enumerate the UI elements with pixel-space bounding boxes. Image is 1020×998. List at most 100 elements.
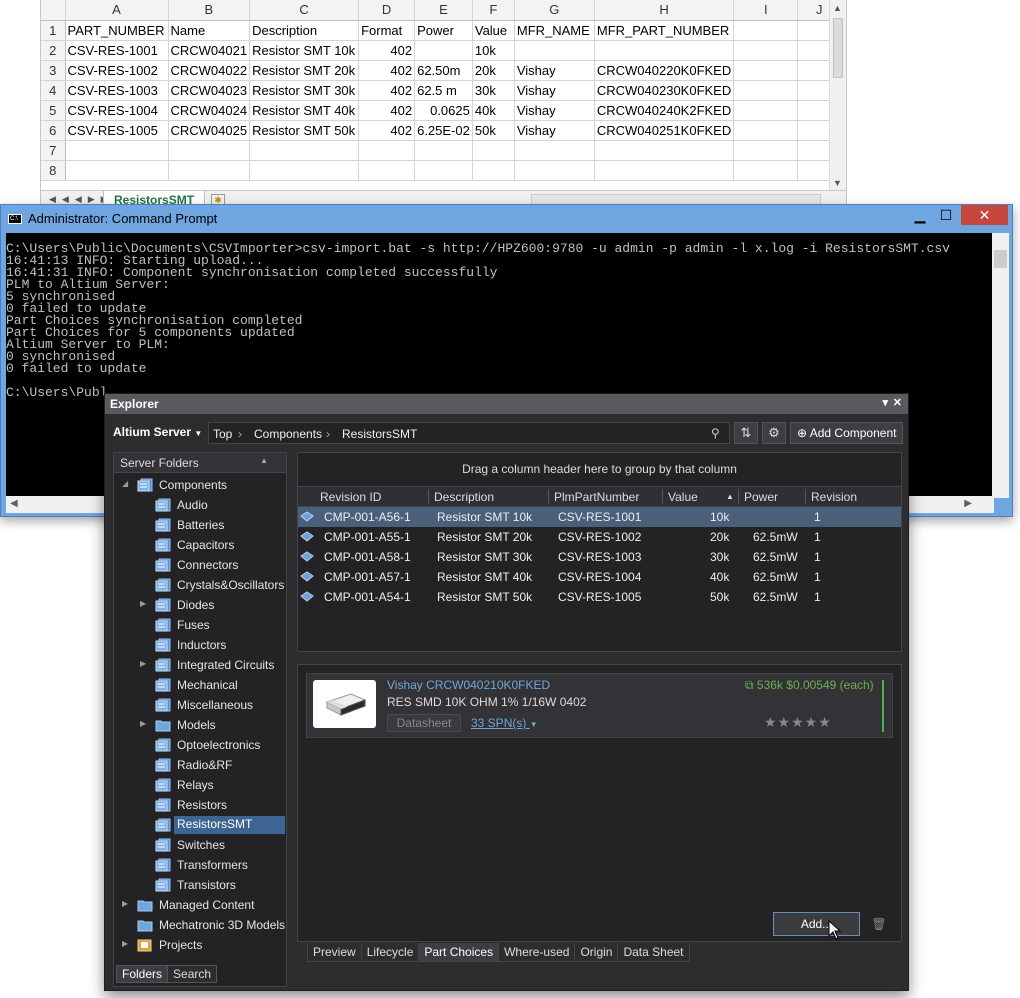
explorer-titlebar[interactable]: Explorer ▾ ✕ (105, 394, 908, 414)
cell[interactable]: CRCW040220K0FKED (594, 60, 735, 81)
cell[interactable]: MFR_NAME (514, 20, 595, 41)
column-separator[interactable] (805, 489, 806, 504)
cell[interactable]: CRCW040251K0FKED (594, 120, 735, 141)
cell[interactable]: 30k (472, 80, 515, 101)
cell[interactable] (414, 40, 473, 61)
row-header[interactable]: 7 (41, 140, 66, 161)
cell[interactable]: 402 (358, 100, 416, 121)
table-row[interactable]: CMP-001-A54-1 Resistor SMT 50k CSV-RES-100… (298, 587, 901, 607)
trash-icon[interactable]: 🗑 (868, 914, 890, 934)
close-icon[interactable]: ✕ (961, 205, 1008, 225)
cell[interactable]: Resistor SMT 40k (249, 100, 360, 121)
cell[interactable]: CRCW04025 (168, 120, 251, 141)
cell[interactable] (733, 80, 799, 101)
close-icon[interactable]: ✕ (893, 396, 902, 409)
part-name-link[interactable]: Vishay CRCW040210K0FKED (387, 678, 550, 692)
cell[interactable] (472, 160, 515, 181)
column-separator[interactable] (738, 489, 739, 504)
cell[interactable] (733, 100, 799, 121)
cell[interactable]: 402 (358, 60, 416, 81)
table-row[interactable]: CMP-001-A55-1 Resistor SMT 20k CSV-RES-100… (298, 527, 901, 547)
table-row[interactable]: CMP-001-A57-1 Resistor SMT 40k CSV-RES-100… (298, 567, 901, 587)
tree-item-inductors[interactable]: Inductors (114, 635, 286, 655)
tab-data-sheet[interactable]: Data Sheet (617, 943, 690, 962)
cell[interactable]: CRCW04022 (168, 60, 251, 81)
expand-arrow-icon[interactable]: ▶ (140, 719, 146, 728)
tab-lifecycle[interactable]: Lifecycle (360, 943, 420, 962)
cell[interactable]: Vishay (514, 80, 595, 101)
cell[interactable]: Value (472, 20, 515, 41)
column-header[interactable]: A (65, 0, 169, 21)
tree-item-miscellaneous[interactable]: Miscellaneous (114, 695, 286, 715)
datasheet-button[interactable]: Datasheet (387, 714, 461, 732)
cell[interactable]: Vishay (514, 120, 595, 141)
cell[interactable]: 50k (472, 120, 515, 141)
table-row[interactable]: CMP-001-A56-1 Resistor SMT 10k CSV-RES-100… (298, 507, 901, 527)
cell[interactable] (594, 40, 735, 61)
column-header[interactable]: H (594, 0, 735, 21)
cell[interactable] (65, 160, 169, 181)
column-header[interactable]: C (249, 0, 360, 21)
column-header[interactable]: F (472, 0, 515, 21)
cell[interactable] (733, 60, 799, 81)
column-separator[interactable] (428, 489, 429, 504)
cell[interactable] (733, 20, 799, 41)
column-header-power[interactable]: Power (744, 490, 778, 504)
column-header-plmpartnumber[interactable]: PlmPartNumber (554, 490, 639, 504)
tab-where-used[interactable]: Where-used (498, 943, 576, 962)
tab-origin[interactable]: Origin (574, 943, 619, 962)
tree-item-optoelectronics[interactable]: Optoelectronics (114, 735, 286, 755)
cell[interactable]: Format (358, 20, 416, 41)
cell[interactable]: 40k (472, 100, 515, 121)
cell[interactable]: CRCW040240K2FKED (594, 100, 735, 121)
tab-preview[interactable]: Preview (307, 943, 362, 962)
spn-dropdown[interactable]: 33 SPN(s) ▼ (471, 716, 538, 730)
cell[interactable]: MFR_PART_NUMBER (594, 20, 735, 41)
cell[interactable]: CRCW04023 (168, 80, 251, 101)
row-header[interactable]: 6 (41, 120, 66, 141)
cell[interactable] (733, 120, 799, 141)
scrollbar-thumb[interactable] (994, 250, 1007, 268)
row-header[interactable]: 2 (41, 40, 66, 61)
cell[interactable]: CRCW040230K0FKED (594, 80, 735, 101)
cell[interactable]: 0.0625 (414, 100, 473, 121)
cell[interactable]: 402 (358, 40, 416, 61)
select-all-corner[interactable] (41, 0, 66, 21)
row-header[interactable]: 5 (41, 100, 66, 121)
scroll-up-arrow-icon[interactable]: ▲ (833, 3, 842, 13)
tree-item-relays[interactable]: Relays (114, 775, 286, 795)
expand-arrow-icon[interactable]: ▶ (140, 659, 146, 668)
tree-item-managed-content[interactable]: ▶ Managed Content (114, 895, 286, 915)
cell[interactable] (594, 140, 735, 161)
row-header[interactable]: 1 (41, 20, 66, 41)
column-header-revision[interactable]: Revision (811, 490, 857, 504)
spreadsheet-vertical-scrollbar[interactable]: ▲ ▼ (829, 0, 846, 190)
tree-item-diodes[interactable]: ▶ Diodes (114, 595, 286, 615)
tree-item-projects[interactable]: ▶ Projects (114, 935, 286, 955)
cell[interactable] (733, 160, 799, 181)
cell[interactable]: CSV-RES-1002 (65, 60, 169, 81)
expand-arrow-icon[interactable]: ▶ (122, 899, 128, 908)
tree-item-models[interactable]: ▶ Models (114, 715, 286, 735)
column-header-value[interactable]: Value (668, 490, 698, 504)
cell[interactable] (168, 160, 251, 181)
tree-item-mechatronic-3d-models[interactable]: Mechatronic 3D Models (114, 915, 286, 935)
tree-item-integrated-circuits[interactable]: ▶ Integrated Circuits (114, 655, 286, 675)
column-header[interactable]: G (514, 0, 595, 21)
console-vertical-scrollbar[interactable] (992, 233, 1009, 498)
tree-item-transformers[interactable]: Transformers (114, 855, 286, 875)
cell[interactable]: Resistor SMT 50k (249, 120, 360, 141)
cell[interactable]: 402 (358, 80, 416, 101)
tree-item-transistors[interactable]: Transistors (114, 875, 286, 895)
cell[interactable]: 20k (472, 60, 515, 81)
tree-item-crystals-oscillators[interactable]: Crystals&Oscillators (114, 575, 286, 595)
expand-arrow-icon[interactable]: ▶ (122, 939, 128, 948)
cell[interactable] (472, 140, 515, 161)
scrollbar-thumb[interactable] (833, 18, 843, 78)
cell[interactable] (358, 160, 416, 181)
table-row[interactable]: CMP-001-A58-1 Resistor SMT 30k CSV-RES-100… (298, 547, 901, 567)
cell[interactable] (249, 160, 360, 181)
cell[interactable]: PART_NUMBER (65, 20, 169, 41)
cell[interactable] (414, 160, 473, 181)
tab-folders[interactable]: Folders (116, 965, 169, 983)
